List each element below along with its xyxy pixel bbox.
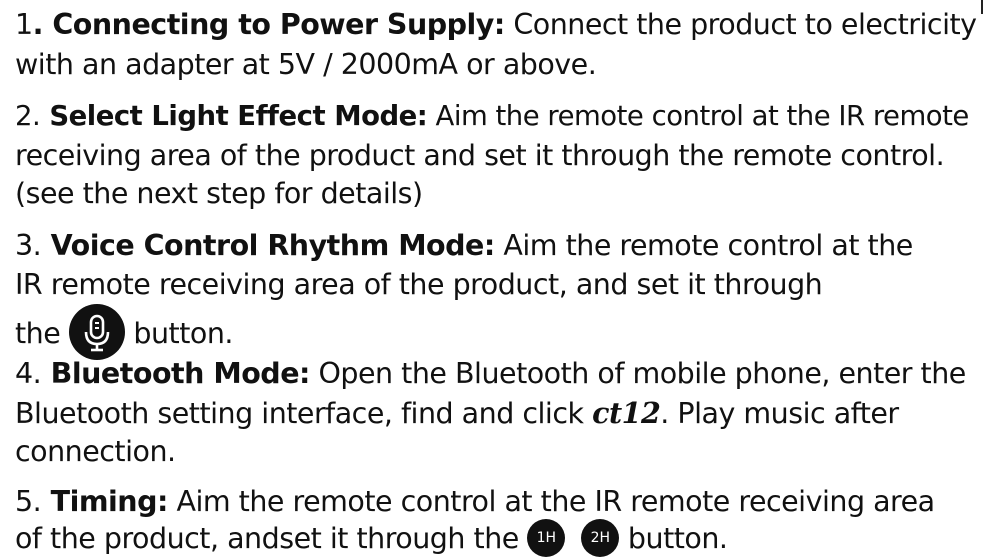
- step-1-text: Connect the product to electricity: [504, 8, 977, 41]
- step-1-number: 1: [15, 8, 33, 41]
- step-3-title: Voice Control Rhythm Mode:: [41, 229, 496, 262]
- step-3-line-3-pre: the: [15, 317, 69, 350]
- step-2-line-1: 2. Select Light Effect Mode: Aim the rem…: [15, 98, 969, 134]
- step-4-line-3: connection.: [15, 435, 176, 468]
- step-5-line-2: of the product, andset it through the 1H…: [15, 519, 728, 559]
- timer-1h-button: 1H: [527, 519, 566, 557]
- step-5-text: Aim the remote control at the IR remote …: [167, 485, 935, 518]
- step-4-line-1: 4. Bluetooth Mode: Open the Bluetooth of…: [15, 356, 966, 392]
- step-2-line-2: receiving area of the product and set it…: [15, 139, 945, 172]
- step-3-line-1: 3. Voice Control Rhythm Mode: Aim the re…: [15, 228, 913, 264]
- corner-mark: [981, 0, 983, 14]
- step-2-number: 2.: [15, 100, 41, 132]
- step-5-line-2-pre: of the product, andset it through the: [15, 522, 528, 555]
- step-5-number: 5.: [15, 485, 42, 518]
- step-4-line-2-post: . Play music after: [660, 397, 899, 430]
- step-4-number: 4.: [15, 357, 42, 390]
- step-5-line-2-post: button.: [619, 522, 728, 555]
- step-1-line-1: 1. Connecting to Power Supply: Connect t…: [15, 7, 977, 43]
- step-3-line-3-post: button.: [124, 317, 233, 350]
- step-3-text: Aim the remote control at the: [494, 229, 913, 262]
- step-2-title: Select Light Effect Mode:: [40, 100, 428, 132]
- step-3-number: 3.: [15, 229, 42, 262]
- device-name: ct12: [592, 396, 661, 430]
- step-2-line-3: (see the next step for details): [15, 177, 423, 210]
- step-3-line-2: IR remote receiving area of the product,…: [15, 268, 823, 301]
- step-5-title: Timing:: [41, 485, 169, 518]
- step-1-line-2: with an adapter at 5V / 2000mA or above.: [15, 48, 597, 81]
- step-3-line-3: the button.: [15, 304, 233, 363]
- timer-2h-button: 2H: [581, 519, 620, 557]
- step-1-title: . Connecting to Power Supply:: [32, 8, 506, 41]
- microphone-icon: [68, 304, 125, 360]
- step-5-line-1: 5. Timing: Aim the remote control at the…: [15, 484, 935, 520]
- step-4-title: Bluetooth Mode:: [41, 357, 311, 390]
- step-4-line-2: Bluetooth setting interface, find and cl…: [15, 395, 899, 432]
- step-4-text: Open the Bluetooth of mobile phone, ente…: [309, 357, 966, 390]
- step-4-line-2-pre: Bluetooth setting interface, find and cl…: [15, 397, 593, 430]
- step-2-text: Aim the remote control at the IR remote: [427, 100, 970, 132]
